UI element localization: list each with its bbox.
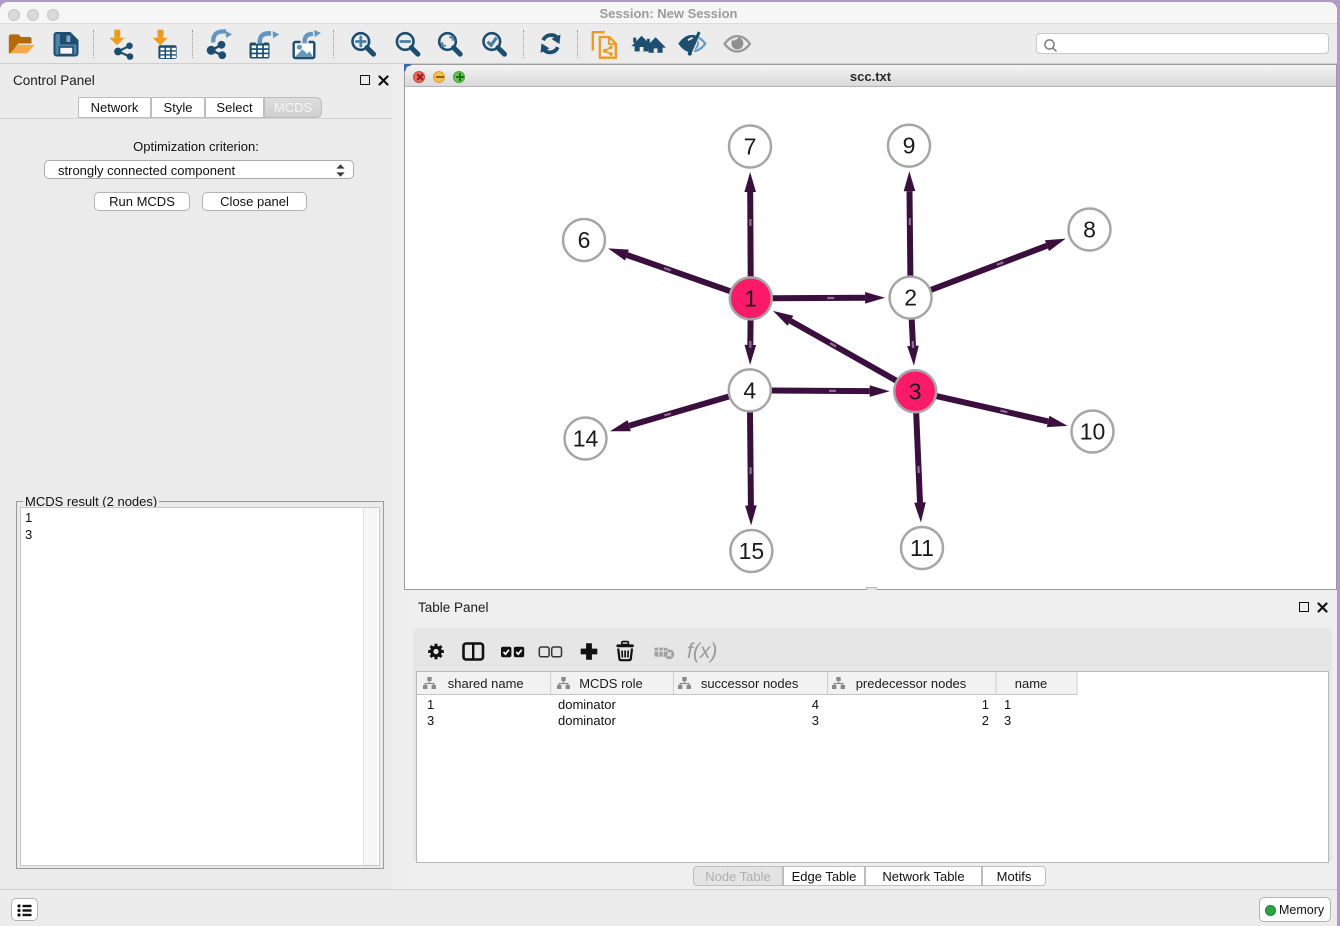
- svg-text:f(x): f(x): [687, 640, 717, 663]
- svg-text:7: 7: [744, 134, 757, 160]
- svg-text:3: 3: [427, 713, 434, 728]
- svg-text:1: 1: [427, 697, 434, 712]
- svg-text:2: 2: [982, 713, 989, 728]
- svg-text:successor nodes: successor nodes: [701, 676, 799, 691]
- svg-text:shared name: shared name: [448, 676, 524, 691]
- svg-text:2: 2: [904, 285, 917, 311]
- svg-text:10: 10: [1080, 419, 1106, 445]
- svg-text:3: 3: [812, 713, 819, 728]
- svg-text:1: 1: [744, 285, 757, 311]
- svg-text:3: 3: [909, 378, 922, 404]
- svg-text:1: 1: [982, 697, 989, 712]
- svg-text:3: 3: [1004, 713, 1011, 728]
- svg-text:dominator: dominator: [558, 697, 616, 712]
- svg-text:4: 4: [812, 697, 819, 712]
- svg-text:predecessor nodes: predecessor nodes: [856, 676, 967, 691]
- svg-text:8: 8: [1083, 217, 1096, 243]
- svg-text:4: 4: [743, 377, 756, 403]
- svg-text:name: name: [1015, 676, 1048, 691]
- svg-text:1: 1: [1004, 697, 1011, 712]
- svg-text:dominator: dominator: [558, 713, 616, 728]
- svg-text:15: 15: [739, 538, 765, 564]
- svg-text:9: 9: [903, 133, 916, 159]
- svg-text:MCDS role: MCDS role: [579, 676, 643, 691]
- svg-text:14: 14: [573, 426, 599, 452]
- svg-text:11: 11: [910, 535, 934, 561]
- svg-text:6: 6: [578, 227, 591, 253]
